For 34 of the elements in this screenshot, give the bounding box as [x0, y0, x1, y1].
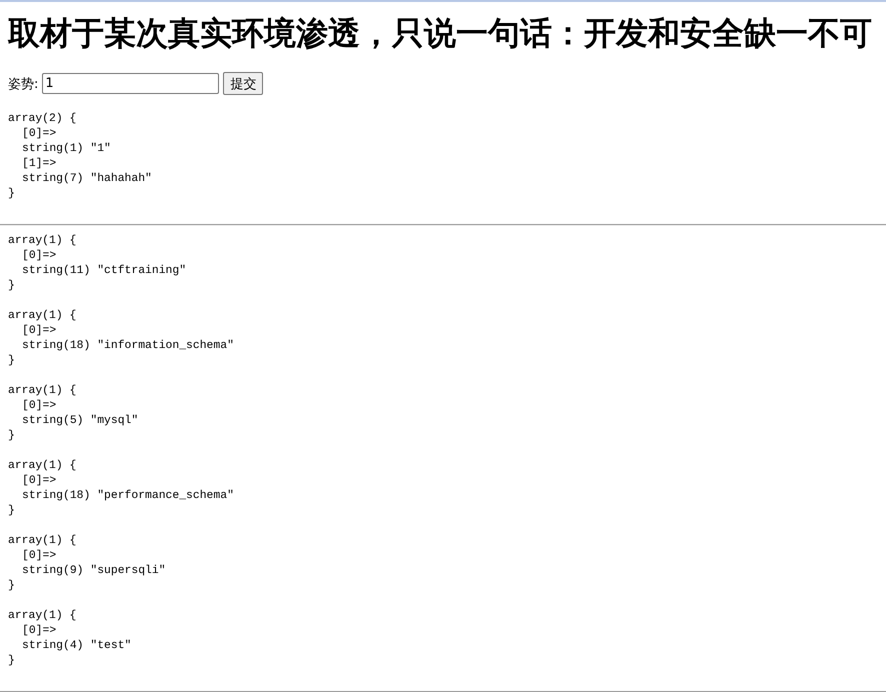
page-title: 取材于某次真实环境渗透，只说一句话：开发和安全缺一不可 [8, 15, 873, 52]
code-line: array(1) { [8, 234, 76, 249]
code-line: string(11) "ctftraining" [22, 264, 186, 279]
code-line: string(1) "1" [22, 142, 111, 157]
code-line: [0]=> [22, 324, 56, 339]
code-line: array(2) { [8, 112, 76, 127]
code-line: } [8, 504, 15, 519]
code-line: [0]=> [22, 249, 56, 264]
code-line: } [8, 187, 15, 202]
submit-button[interactable]: 提交 [223, 72, 264, 95]
code-line: } [8, 354, 15, 369]
code-line: array(1) { [8, 534, 76, 549]
code-line: [0]=> [22, 399, 56, 414]
code-line: string(4) "test" [22, 639, 132, 654]
code-line: } [8, 429, 15, 444]
code-line: [0]=> [22, 127, 56, 142]
code-line: [1]=> [22, 157, 56, 172]
code-line: array(1) { [8, 384, 76, 399]
code-line: string(5) "mysql" [22, 414, 138, 429]
code-line: [0]=> [22, 549, 56, 564]
field-label: 姿势: [8, 76, 38, 92]
code-line: string(18) "performance_schema" [22, 489, 234, 504]
code-line: } [8, 279, 15, 294]
code-line: array(1) { [8, 459, 76, 474]
code-line: [0]=> [22, 474, 56, 489]
code-line: } [8, 579, 15, 594]
code-line: array(1) { [8, 309, 76, 324]
code-line: [0]=> [22, 624, 56, 639]
code-line: string(18) "information_schema" [22, 339, 234, 354]
input-field[interactable]: 1 [42, 73, 220, 94]
code-line: } [8, 654, 15, 669]
code-line: string(7) "hahahah" [22, 172, 152, 187]
code-line: string(9) "supersqli" [22, 564, 166, 579]
code-line: array(1) { [8, 609, 76, 624]
